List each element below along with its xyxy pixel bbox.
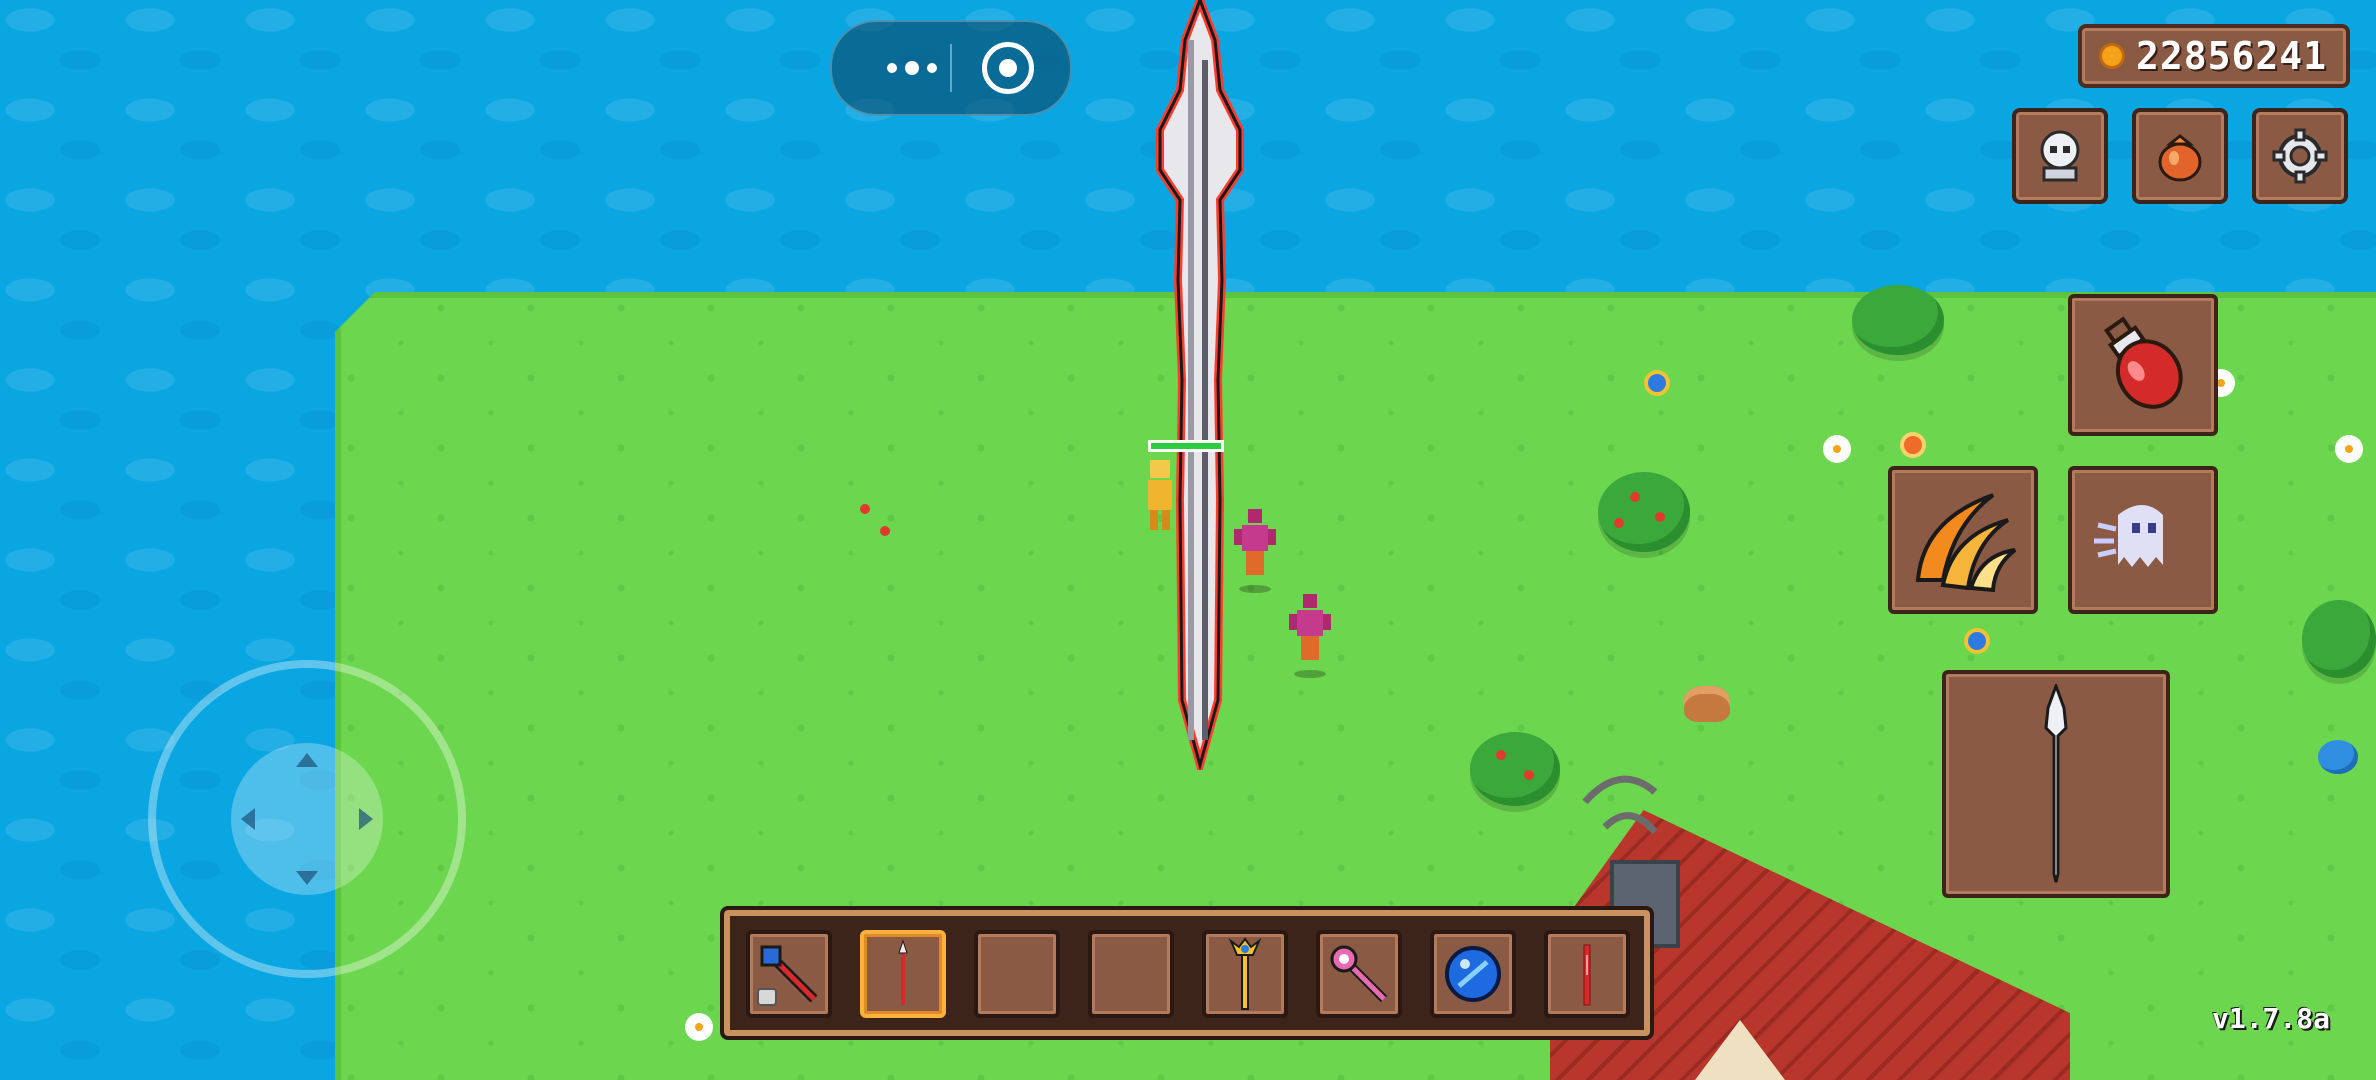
pink-wand-icon	[1330, 945, 1388, 1003]
more-options-button[interactable]	[862, 22, 962, 114]
skull-helmet-icon	[2040, 130, 2080, 182]
close-target-button[interactable]	[982, 42, 1034, 94]
bush	[1852, 285, 1944, 355]
ghost-dash-skill[interactable]	[2068, 466, 2218, 614]
fire-claw-icon	[1915, 493, 2017, 593]
blue-flower	[1648, 374, 1666, 392]
fire-slash-skill[interactable]	[1888, 466, 2038, 614]
joystick-knob[interactable]	[231, 743, 383, 895]
orange-flower	[1904, 436, 1922, 454]
health-potion-slot[interactable]	[2068, 294, 2218, 436]
blue-orb-icon	[1445, 946, 1501, 1002]
spear-icon	[2044, 684, 2068, 883]
pink-imp-enemy[interactable]	[1285, 590, 1335, 680]
arrow-down-icon	[296, 871, 318, 885]
white-flower	[1826, 438, 1848, 460]
settings-button[interactable]	[2252, 108, 2348, 204]
berry-bush	[1598, 472, 1690, 552]
mini-program-capsule	[830, 20, 1072, 116]
hotbar-slot-4[interactable]	[1088, 930, 1174, 1018]
coin-icon	[2102, 46, 2122, 66]
version-label: v1.7.8a	[2211, 1002, 2330, 1035]
arrow-left-icon	[241, 808, 255, 830]
golden-scepter-icon	[1228, 937, 1262, 1010]
character-menu-button[interactable]	[2012, 108, 2108, 204]
arrow-up-icon	[296, 753, 318, 767]
tree-stump	[1684, 686, 1730, 722]
dark-staff-icon	[757, 945, 818, 1006]
loot-bag-icon	[2158, 134, 2202, 182]
player-health-bar	[1148, 440, 1224, 452]
hotbar-slot-8[interactable]	[1544, 930, 1630, 1018]
hotbar-slot-7[interactable]	[1430, 930, 1516, 1018]
equipped-weapon-slot[interactable]	[1942, 670, 2170, 898]
berry-bush	[1470, 732, 1560, 806]
ghost-icon	[2094, 505, 2163, 567]
hotbar-slot-5[interactable]	[1202, 930, 1288, 1018]
coin-counter: 22856241	[2078, 24, 2350, 88]
coin-amount: 22856241	[2136, 34, 2328, 78]
red-spear-icon	[898, 939, 908, 1005]
arrow-right-icon	[359, 808, 373, 830]
chimney-smoke	[1582, 775, 1658, 835]
giant-spear-attack	[1156, 0, 1244, 770]
red-potion-icon	[2103, 316, 2183, 409]
blue-flower	[1968, 632, 1986, 650]
white-flower	[688, 1016, 710, 1038]
lock-icon	[757, 988, 777, 1006]
inventory-bag-button[interactable]	[2132, 108, 2228, 204]
red-mushrooms	[860, 504, 870, 514]
hotbar-slot-3[interactable]	[974, 930, 1060, 1018]
blue-slime	[2318, 740, 2358, 774]
red-blade-icon	[1583, 944, 1591, 1006]
bush	[2302, 600, 2376, 678]
white-flower	[2338, 438, 2360, 460]
gear-icon	[2272, 128, 2328, 184]
hotbar-slot-2[interactable]	[860, 930, 946, 1018]
hotbar-slot-6[interactable]	[1316, 930, 1402, 1018]
item-hotbar	[720, 906, 1654, 1040]
hotbar-slot-1[interactable]	[746, 930, 832, 1018]
virtual-joystick[interactable]	[148, 660, 466, 978]
